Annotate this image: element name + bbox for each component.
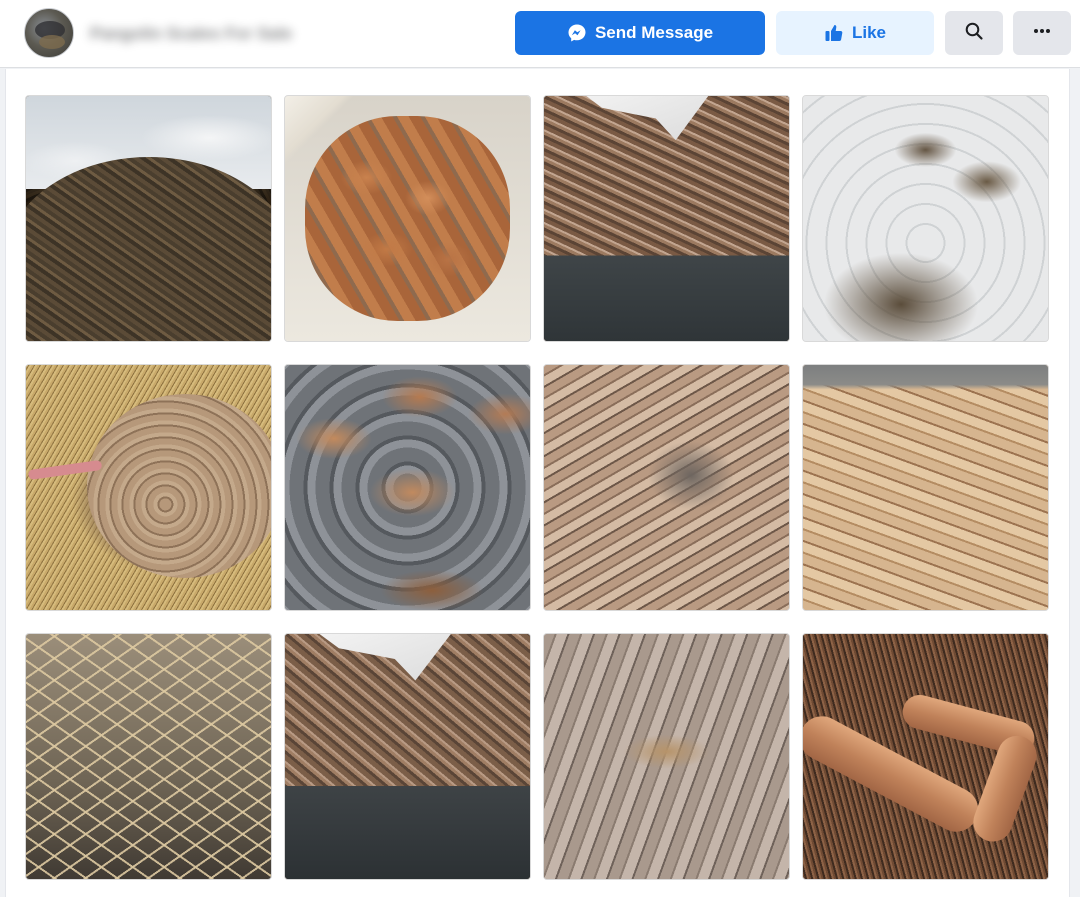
photo-scales-in-sack[interactable] <box>284 95 531 342</box>
photo-image <box>544 365 789 610</box>
photo-scales-pile-bags[interactable] <box>25 95 272 342</box>
photo-pangolin[interactable] <box>25 364 272 611</box>
search-button[interactable] <box>945 11 1003 55</box>
messenger-icon <box>567 23 587 43</box>
photo-detail <box>87 394 271 579</box>
photo-image <box>26 634 271 879</box>
page-name[interactable]: Pangolin Scales For Sale <box>90 22 325 46</box>
send-message-button[interactable]: Send Message <box>515 11 765 55</box>
photo-grid <box>25 95 1049 880</box>
photo-detail <box>26 157 271 341</box>
photo-image <box>544 634 789 879</box>
photo-tusks-and-scales[interactable] <box>802 633 1049 880</box>
photo-grey-sacks[interactable] <box>284 364 531 611</box>
photo-scales-closeup[interactable] <box>543 364 790 611</box>
like-button[interactable]: Like <box>776 11 934 55</box>
photo-many-sacks[interactable] <box>802 95 1049 342</box>
more-options-button[interactable] <box>1013 11 1071 55</box>
avatar-shape <box>39 35 65 49</box>
photo-scales-grey[interactable] <box>543 633 790 880</box>
thumbs-up-icon <box>824 23 844 43</box>
more-horizontal-icon <box>1032 21 1052 46</box>
photo-image <box>544 96 789 341</box>
photo-scales-scoop[interactable] <box>543 95 790 342</box>
search-icon <box>964 21 984 46</box>
photo-scales-pile-tan[interactable] <box>802 364 1049 611</box>
send-message-label: Send Message <box>594 23 714 42</box>
photo-detail <box>304 115 511 322</box>
page-avatar[interactable] <box>24 8 74 58</box>
photo-pangolin-skin[interactable] <box>25 633 272 880</box>
photo-image <box>803 365 1048 610</box>
photo-image <box>803 96 1048 341</box>
like-label: Like <box>851 23 887 42</box>
photo-image <box>285 365 530 610</box>
photo-scales-scoop-2[interactable] <box>284 633 531 880</box>
page-header: Pangolin Scales For Sale Send Message Li… <box>0 0 1080 68</box>
